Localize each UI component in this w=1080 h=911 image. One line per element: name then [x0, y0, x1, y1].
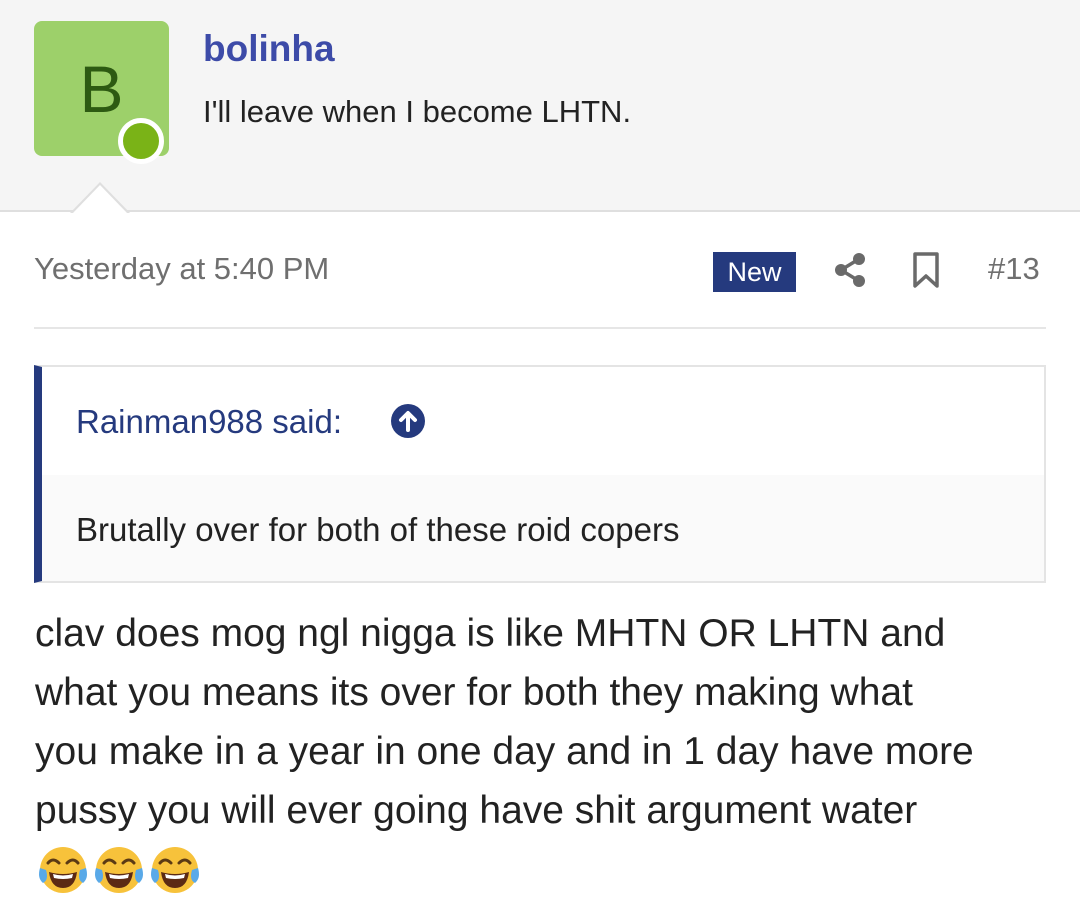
message-line: clav does mog ngl nigga is like MHTN OR …	[35, 612, 946, 655]
message-line: pussy you will ever going have shit argu…	[35, 789, 918, 832]
quote-header: Rainman988 said:	[42, 367, 1044, 475]
online-status-icon	[118, 118, 164, 164]
emoji-row	[35, 840, 1055, 899]
new-badge: New	[713, 252, 796, 292]
bookmark-icon[interactable]	[911, 251, 941, 289]
arrow-up-circle-icon[interactable]	[390, 403, 426, 439]
avatar-letter: B	[79, 51, 124, 126]
face-with-tears-of-joy-icon	[95, 846, 143, 893]
quote-author-link[interactable]: Rainman988 said:	[76, 403, 342, 441]
post-meta: Yesterday at 5:40 PM New #13	[34, 243, 1046, 303]
face-with-tears-of-joy-icon	[39, 846, 87, 893]
user-header: B bolinha I'll leave when I become LHTN.	[0, 0, 1080, 212]
user-title: I'll leave when I become LHTN.	[203, 94, 632, 129]
meta-divider	[34, 327, 1046, 329]
quote-text: Brutally over for both of these roid cop…	[76, 511, 680, 548]
post-message: clav does mog ngl nigga is like MHTN OR …	[35, 604, 1055, 899]
message-line: you make in a year in one day and in 1 d…	[35, 730, 974, 773]
username-link[interactable]: bolinha	[203, 28, 335, 70]
quote-block: Rainman988 said: Brutally over for both …	[34, 365, 1046, 583]
face-with-tears-of-joy-icon	[151, 846, 199, 893]
post-timestamp[interactable]: Yesterday at 5:40 PM	[34, 251, 329, 287]
message-line: what you means its over for both they ma…	[35, 671, 913, 714]
share-icon[interactable]	[832, 252, 868, 288]
header-pointer-fill	[72, 185, 128, 214]
post-number-link[interactable]: #13	[988, 251, 1040, 287]
